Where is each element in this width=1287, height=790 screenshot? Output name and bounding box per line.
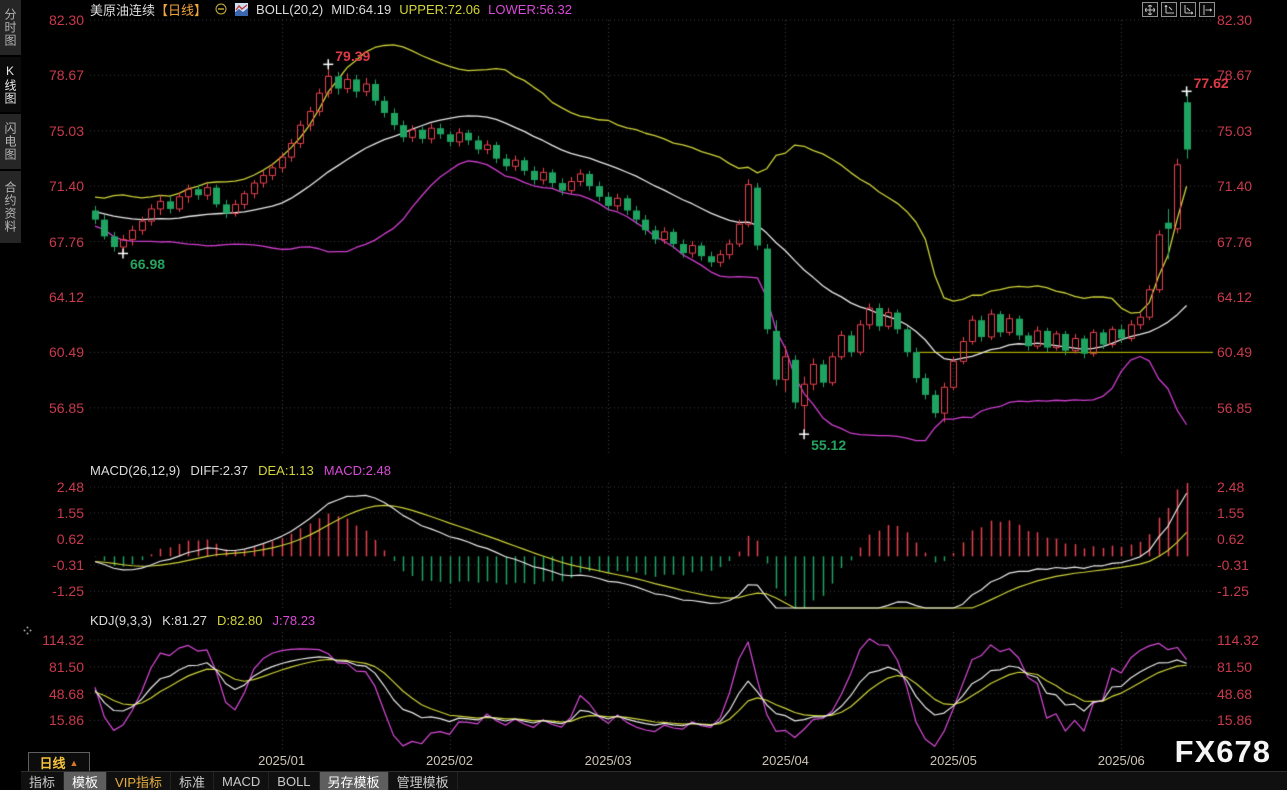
price-tick-right: 67.76 <box>1217 235 1252 249</box>
macd-tick-left: 2.48 <box>28 480 84 494</box>
bottom-tab-4[interactable]: MACD <box>214 772 269 790</box>
price-tick-left: 56.85 <box>28 401 84 415</box>
boll-params-label: BOLL(20,2) <box>256 2 323 17</box>
price-tick-left: 71.40 <box>28 179 84 193</box>
period-selector-button[interactable]: 日线 ▲ <box>28 752 90 773</box>
macd-params-label: MACD(26,12,9) <box>90 463 180 478</box>
chart-header: 美原油连续【日线】 BOLL(20,2) MID:64.19 UPPER:72.… <box>90 1 572 17</box>
kdj-label-row: KDJ(9,3,3) K:81.27 D:82.80 J:78.23 <box>90 613 315 628</box>
kdj-tick-left: 15.86 <box>28 713 84 727</box>
price-tick-left: 67.76 <box>28 235 84 249</box>
price-tick-right: 82.30 <box>1217 13 1252 27</box>
price-extreme-annotation: 55.12 <box>811 437 846 453</box>
macd-tick-right: 0.62 <box>1217 532 1244 546</box>
macd-tick-left: 1.55 <box>28 506 84 520</box>
kdj-tick-left: 48.68 <box>28 687 84 701</box>
period-tag: 【日线】 <box>155 3 207 18</box>
macd-tick-left: -1.25 <box>28 584 84 598</box>
kdj-k-value: K:81.27 <box>162 613 207 628</box>
indicator-chart-icon[interactable] <box>235 3 248 16</box>
macd-macd-value: MACD:2.48 <box>324 463 391 478</box>
collapse-icon[interactable] <box>215 3 227 15</box>
axis-shift-icon[interactable] <box>1199 2 1215 17</box>
bottom-tab-7[interactable]: 管理模板 <box>389 772 458 790</box>
chart-canvas[interactable] <box>0 0 1287 790</box>
chart-application-window: 分时图 K线图 闪电图 合约资料 美原油连续【日线】 BOLL(20,2) MI… <box>0 0 1287 790</box>
price-tick-left: 78.67 <box>28 68 84 82</box>
kdj-settings-icon[interactable] <box>23 622 32 640</box>
boll-mid-value: MID:64.19 <box>331 2 391 17</box>
watermark: FX678 <box>1175 734 1271 770</box>
macd-diff-value: DIFF:2.37 <box>190 463 248 478</box>
kdj-tick-right: 48.68 <box>1217 687 1252 701</box>
sidebar-tab-kline[interactable]: K线图 <box>0 57 21 112</box>
macd-tick-right: 1.55 <box>1217 506 1244 520</box>
bottom-tab-6[interactable]: 另存模板 <box>320 772 389 790</box>
sidebar-tab-contract-info[interactable]: 合约资料 <box>0 171 21 243</box>
price-tick-right: 64.12 <box>1217 290 1252 304</box>
kdj-tick-right: 15.86 <box>1217 713 1252 727</box>
kdj-tick-left: 114.32 <box>28 633 84 647</box>
price-tick-right: 71.40 <box>1217 179 1252 193</box>
kdj-params-label: KDJ(9,3,3) <box>90 613 152 628</box>
kdj-tick-right: 114.32 <box>1217 633 1259 647</box>
price-tick-left: 64.12 <box>28 290 84 304</box>
period-selector-label: 日线 <box>40 753 66 772</box>
macd-dea-value: DEA:1.13 <box>258 463 314 478</box>
price-tick-left: 75.03 <box>28 124 84 138</box>
period-up-arrow-icon: ▲ <box>70 758 79 768</box>
sidebar: 分时图 K线图 闪电图 合约资料 <box>0 0 21 790</box>
bottom-tab-3[interactable]: 标准 <box>171 772 214 790</box>
boll-upper-value: UPPER:72.06 <box>399 2 480 17</box>
x-axis-scale-icon[interactable] <box>1180 2 1196 17</box>
price-tick-right: 75.03 <box>1217 124 1252 138</box>
bottom-tab-2[interactable]: VIP指标 <box>107 772 171 790</box>
price-tick-left: 82.30 <box>28 13 84 27</box>
x-axis-month-label: 2025/03 <box>578 753 638 768</box>
x-axis-month-label: 2025/04 <box>755 753 815 768</box>
symbol-title: 美原油连续【日线】 <box>90 0 207 19</box>
kdj-tick-right: 81.50 <box>1217 660 1252 674</box>
price-tick-left: 60.49 <box>28 345 84 359</box>
x-axis-month-label: 2025/06 <box>1091 753 1151 768</box>
macd-tick-left: -0.31 <box>28 558 84 572</box>
sidebar-tab-timeshare[interactable]: 分时图 <box>0 0 21 55</box>
axis-toolbar <box>1142 2 1215 17</box>
macd-tick-right: -0.31 <box>1217 558 1249 572</box>
price-extreme-annotation: 66.98 <box>130 256 165 272</box>
bottom-tab-5[interactable]: BOLL <box>269 772 319 790</box>
bottom-tab-bar: 指标模板VIP指标标准MACDBOLL另存模板管理模板 <box>21 771 1287 790</box>
macd-tick-left: 0.62 <box>28 532 84 546</box>
macd-tick-right: 2.48 <box>1217 480 1244 494</box>
x-axis-month-label: 2025/01 <box>252 753 312 768</box>
bottom-tab-0[interactable]: 指标 <box>21 772 64 790</box>
bottom-tab-1[interactable]: 模板 <box>64 772 107 790</box>
price-tick-right: 60.49 <box>1217 345 1252 359</box>
x-axis-month-label: 2025/05 <box>923 753 983 768</box>
macd-tick-right: -1.25 <box>1217 584 1249 598</box>
kdj-d-value: D:82.80 <box>217 613 263 628</box>
price-extreme-annotation: 79.39 <box>335 48 370 64</box>
price-extreme-annotation: 77.62 <box>1194 75 1229 91</box>
sidebar-tab-flash[interactable]: 闪电图 <box>0 114 21 169</box>
symbol-name: 美原油连续 <box>90 3 155 18</box>
y-axis-scale-icon[interactable] <box>1161 2 1177 17</box>
pan-icon[interactable] <box>1142 2 1158 17</box>
kdj-tick-left: 81.50 <box>28 660 84 674</box>
x-axis-month-label: 2025/02 <box>420 753 480 768</box>
kdj-j-value: J:78.23 <box>273 613 316 628</box>
boll-lower-value: LOWER:56.32 <box>488 2 572 17</box>
price-tick-right: 56.85 <box>1217 401 1252 415</box>
macd-label-row: MACD(26,12,9) DIFF:2.37 DEA:1.13 MACD:2.… <box>90 463 391 478</box>
